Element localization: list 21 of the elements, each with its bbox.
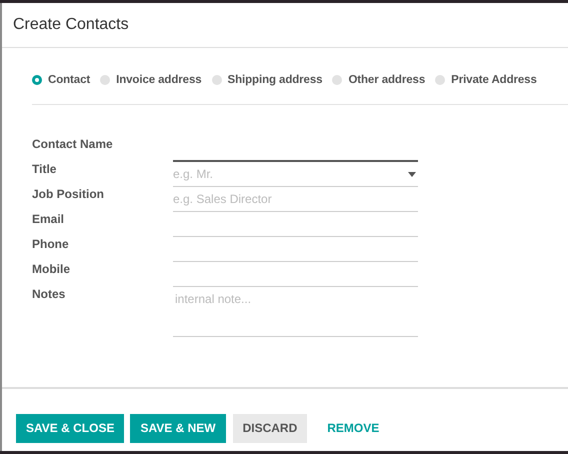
radio-label[interactable]: Other address	[348, 74, 426, 86]
caret-icon	[408, 172, 416, 177]
field-label: Contact Name	[32, 137, 114, 153]
radio-label[interactable]: Invoice address	[116, 74, 202, 86]
dialog-title: Create Contacts	[13, 16, 129, 34]
radio-button[interactable]	[32, 75, 42, 85]
field-label: Title	[32, 162, 58, 178]
field-label: Email	[32, 212, 66, 228]
field-label: Notes	[32, 287, 66, 303]
discard-button[interactable]: DISCARD	[232, 414, 308, 442]
field-label: Job Position	[32, 187, 105, 203]
field-label: Phone	[32, 237, 70, 253]
field-label: Mobile	[32, 262, 71, 278]
radio-label[interactable]: Private Address	[451, 74, 537, 86]
radio-button[interactable]	[100, 75, 110, 85]
radio-button[interactable]	[212, 75, 222, 85]
select-field[interactable]: e.g. Mr.	[173, 162, 418, 187]
radio-button[interactable]	[435, 75, 446, 85]
radio-label[interactable]: Shipping address	[228, 74, 322, 86]
radio-label[interactable]: Contact	[48, 74, 90, 86]
radio-button[interactable]	[332, 75, 342, 85]
